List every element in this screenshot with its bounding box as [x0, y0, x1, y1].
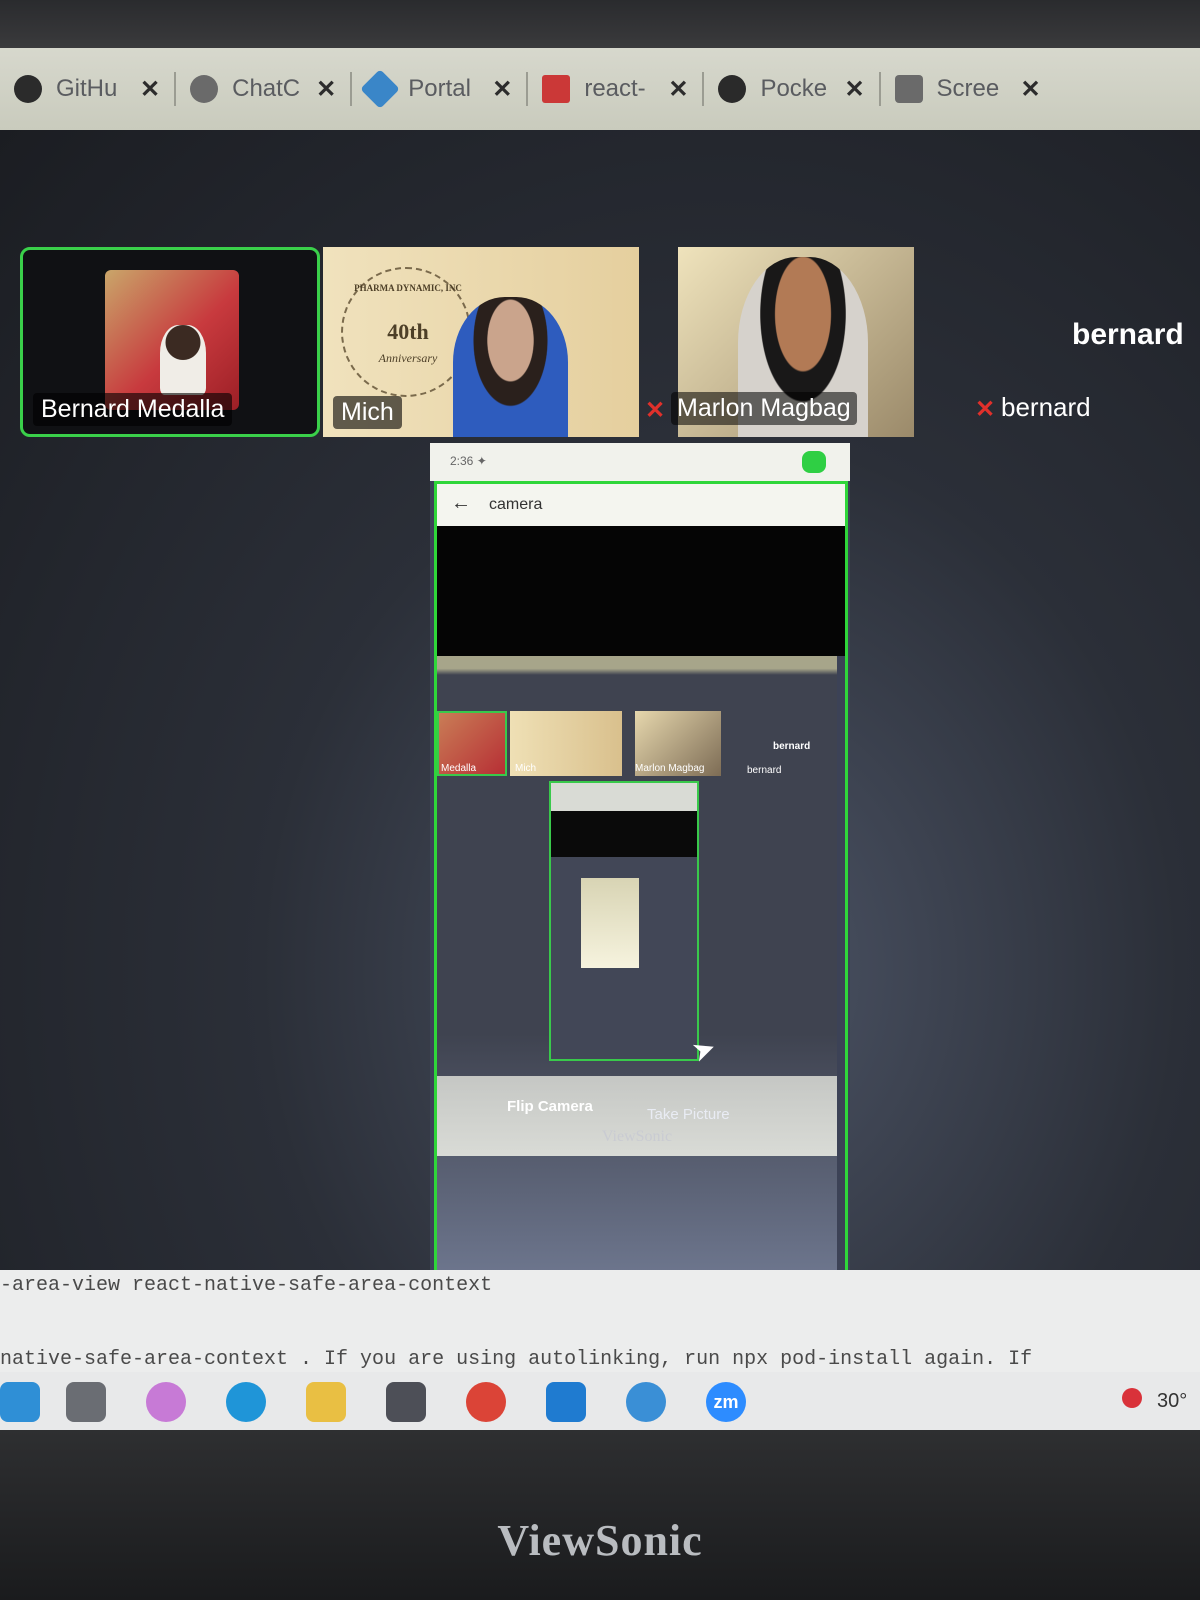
recursive-participant-strip: Medalla Mich Marlon Magbag bernard berna…: [437, 711, 837, 781]
openai-icon: [190, 75, 219, 103]
tab-chatgpt[interactable]: ChatC ✕: [176, 59, 350, 119]
edge-icon[interactable]: [226, 1382, 266, 1422]
back-arrow-icon[interactable]: ←: [451, 492, 471, 515]
monitor-brand-logo: ViewSonic: [497, 1516, 703, 1565]
take-picture-button[interactable]: Take Picture: [647, 1106, 730, 1123]
mic-muted-icon: ✕: [975, 395, 996, 423]
close-icon[interactable]: ✕: [668, 75, 688, 104]
status-time: 2:36 ✦: [450, 454, 487, 468]
mini-label: Medalla: [441, 763, 477, 774]
tab-portal[interactable]: Portal ✕: [352, 59, 526, 119]
participant-video: [105, 270, 239, 410]
close-icon[interactable]: ✕: [140, 75, 160, 104]
meeting-view: Bernard Medalla PHARMA DYNAMIC, INC 40th…: [0, 130, 1200, 1330]
sticky-notes-icon[interactable]: [386, 1382, 426, 1422]
shared-screen: 2:36 ✦ ← camera Medalla Mich Marlon Magb…: [430, 443, 850, 1313]
terminal-line: native-safe-area-context . If you are us…: [0, 1348, 1033, 1371]
tab-github[interactable]: GitHu ✕: [0, 59, 174, 119]
participant-name: Bernard Medalla: [33, 393, 233, 426]
close-icon[interactable]: ✕: [844, 75, 864, 104]
close-icon[interactable]: ✕: [1021, 75, 1041, 104]
mini-label: bernard: [773, 741, 811, 752]
zoom-icon[interactable]: zm: [706, 1382, 746, 1422]
tab-title: Scree: [936, 75, 1000, 102]
weather-temperature[interactable]: 30°: [1157, 1390, 1187, 1413]
tab-screen[interactable]: Scree ✕: [881, 59, 1055, 119]
recursive-monitor-brand: ViewSonic: [601, 1128, 673, 1145]
notification-alert-icon[interactable]: [1122, 1388, 1142, 1408]
tab-pocket[interactable]: Pocke ✕: [704, 59, 878, 119]
app-bar-title: camera: [489, 496, 543, 513]
browser-tab-strip: GitHu ✕ ChatC ✕ Portal ✕ react- ✕ Pocke …: [0, 48, 1200, 130]
folder-icon[interactable]: [306, 1382, 346, 1422]
refresh-app-icon[interactable]: [626, 1382, 666, 1422]
participant-label-bernard: ✕ bernard: [975, 392, 1091, 423]
monitor-bezel-top: [0, 0, 1200, 48]
anniversary-seal: PHARMA DYNAMIC, INC 40th Anniversary: [341, 267, 471, 397]
copilot-icon[interactable]: [146, 1382, 186, 1422]
recursive-phone-screen: [549, 781, 699, 1061]
close-icon[interactable]: ✕: [316, 75, 336, 104]
github-icon: [14, 75, 42, 103]
phone-status-bar: 2:36 ✦: [430, 443, 850, 481]
flip-camera-button[interactable]: Flip Camera: [507, 1098, 593, 1115]
terminal-line: -area-view react-native-safe-area-contex…: [0, 1274, 493, 1297]
screen-icon: [894, 75, 923, 103]
close-icon[interactable]: ✕: [492, 75, 512, 104]
globe-icon: [718, 75, 747, 103]
npm-icon: [542, 75, 571, 103]
tab-title: ChatC: [232, 75, 301, 102]
participant-label-marlon: ✕ Marlon Magbag: [645, 392, 857, 425]
tab-title: react-: [584, 75, 646, 102]
vscode-icon[interactable]: [546, 1382, 586, 1422]
mini-label: Marlon Magbag: [635, 763, 705, 774]
participant-name: Mich: [333, 396, 402, 429]
participant-tile-bernard[interactable]: bernard: [1072, 318, 1184, 352]
task-view-icon[interactable]: [66, 1382, 106, 1422]
tab-title: Portal: [408, 75, 471, 102]
battery-icon: [802, 451, 826, 473]
mic-muted-icon: ✕: [645, 396, 666, 424]
tab-title: GitHu: [56, 75, 118, 102]
file-explorer-icon[interactable]: [0, 1382, 40, 1422]
person-silhouette: [453, 297, 568, 437]
taskbar: zm 30°: [0, 1372, 1200, 1432]
camera-viewfinder-top: [437, 526, 845, 656]
participant-tile-mich[interactable]: PHARMA DYNAMIC, INC 40th Anniversary Mic…: [323, 247, 639, 437]
camera-preview: Medalla Mich Marlon Magbag bernard berna…: [437, 656, 837, 1286]
participant-name: Marlon Magbag: [671, 392, 857, 425]
person-silhouette: [160, 325, 206, 395]
mini-label: bernard: [747, 765, 782, 776]
participant-tile-bernard-medalla[interactable]: Bernard Medalla: [20, 247, 320, 437]
chrome-icon[interactable]: [466, 1382, 506, 1422]
mini-label: Mich: [515, 763, 537, 774]
portal-icon: [360, 69, 401, 109]
tab-react-npm[interactable]: react- ✕: [528, 59, 702, 119]
participant-name: bernard: [1001, 392, 1091, 422]
tab-title: Pocke: [760, 75, 828, 102]
phone-app-bar: ← camera: [437, 484, 845, 526]
